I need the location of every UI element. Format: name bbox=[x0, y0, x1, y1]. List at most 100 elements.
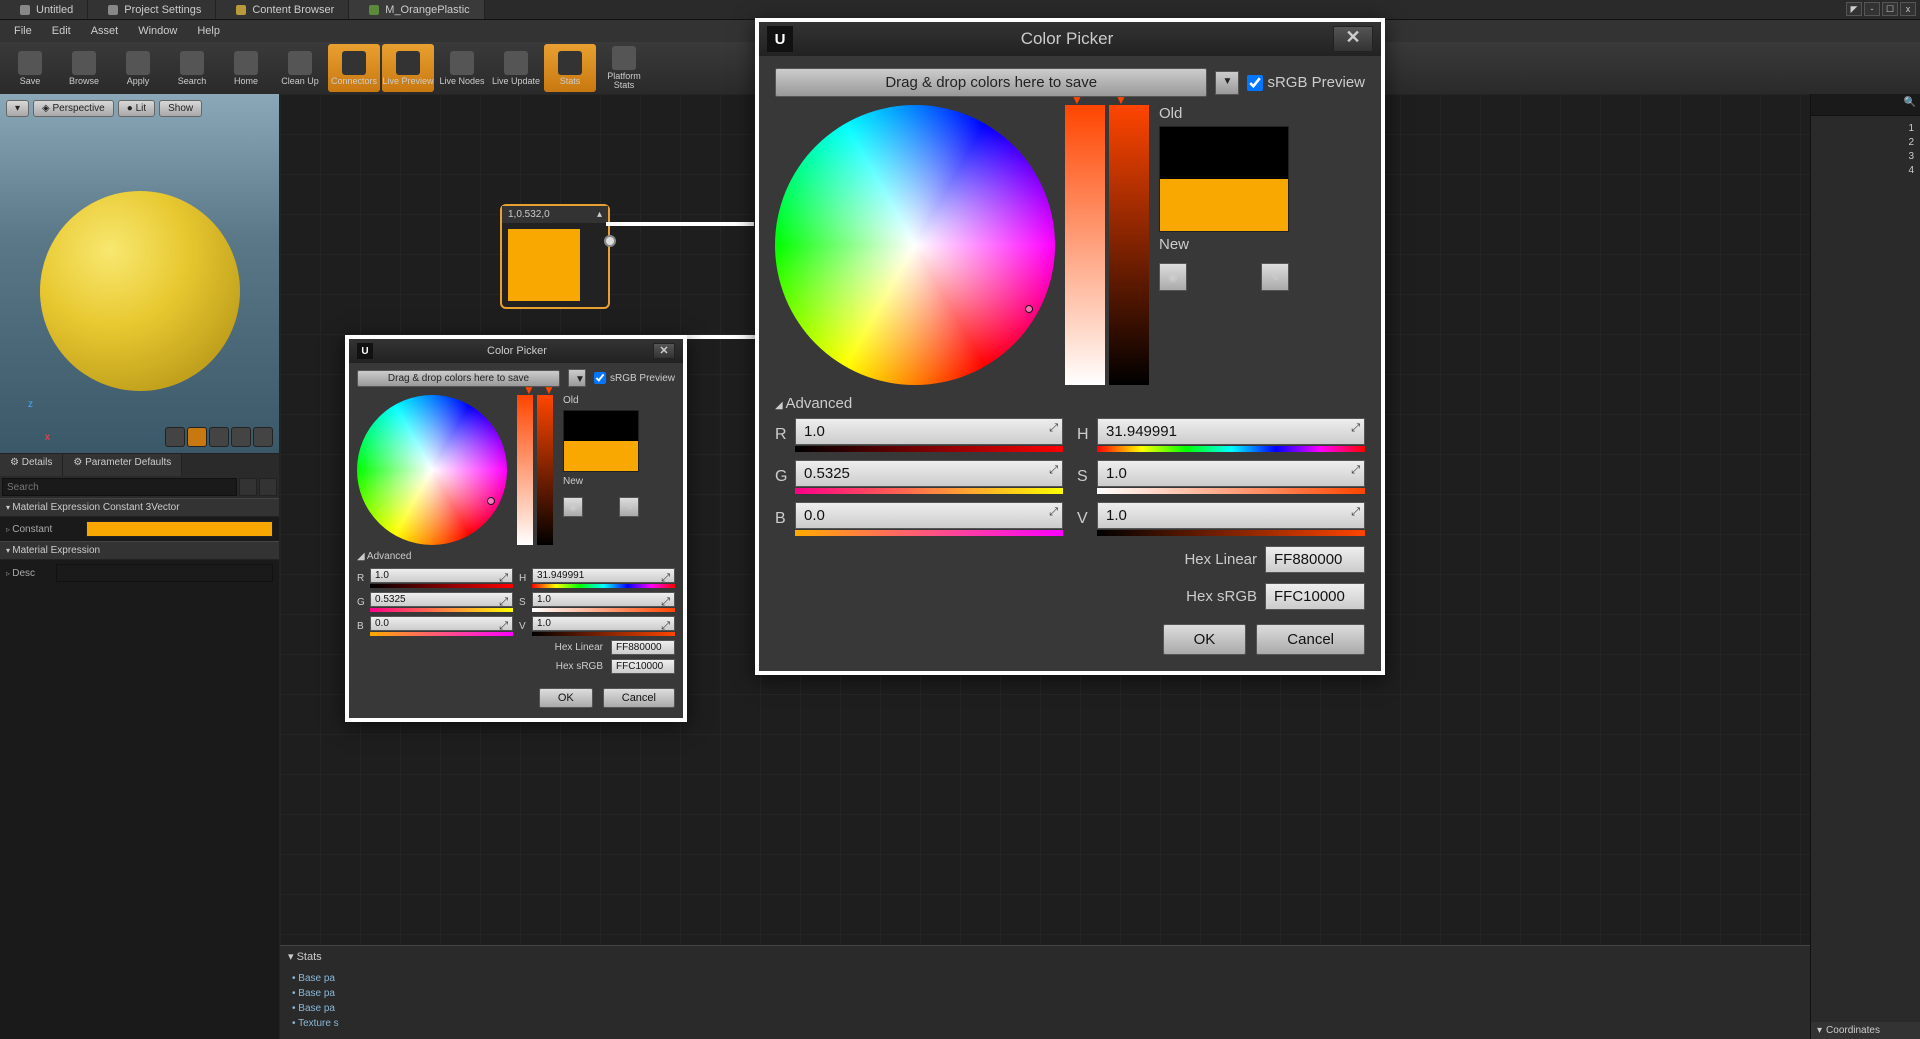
toolbar-live-preview[interactable]: Live Preview bbox=[382, 44, 434, 92]
stats-icon bbox=[558, 51, 582, 75]
srgb-preview-checkbox[interactable]: sRGB Preview bbox=[594, 372, 675, 384]
eye-icon[interactable] bbox=[259, 478, 277, 496]
constant-color-swatch[interactable] bbox=[86, 521, 273, 537]
viewport-shape-mesh[interactable] bbox=[253, 427, 273, 447]
saturation-strip[interactable] bbox=[517, 395, 533, 545]
toolbar-stats[interactable]: Stats bbox=[544, 44, 596, 92]
tab-content-browser[interactable]: Content Browser bbox=[216, 0, 349, 19]
viewport-shape-cylinder[interactable] bbox=[165, 427, 185, 447]
stats-item: Base pa bbox=[292, 986, 1798, 1001]
ok-button[interactable]: OK bbox=[539, 688, 593, 708]
color-wheel[interactable] bbox=[775, 105, 1055, 385]
srgb-preview-checkbox[interactable]: sRGB Preview bbox=[1247, 74, 1365, 91]
viewport-shape-cube[interactable] bbox=[231, 427, 251, 447]
s-input[interactable]: 1.0 bbox=[1097, 460, 1365, 487]
cancel-button[interactable]: Cancel bbox=[603, 688, 675, 708]
viewport-lit[interactable]: ● Lit bbox=[118, 100, 155, 117]
v-input[interactable]: 1.0 bbox=[1097, 502, 1365, 529]
r-input[interactable]: 1.0 bbox=[795, 418, 1063, 445]
hex-srgb-input[interactable]: FFC10000 bbox=[1265, 583, 1365, 610]
menu-asset[interactable]: Asset bbox=[81, 22, 129, 40]
new-color-swatch[interactable] bbox=[564, 441, 638, 471]
menu-help[interactable]: Help bbox=[187, 22, 230, 40]
tab-untitled[interactable]: Untitled bbox=[0, 0, 88, 19]
material-preview-viewport[interactable]: ▾ ◈ Perspective ● Lit Show bbox=[0, 94, 279, 454]
hex-linear-input[interactable]: FF880000 bbox=[1265, 546, 1365, 573]
close-button[interactable]: ✕ bbox=[1333, 26, 1373, 52]
preview-sphere bbox=[40, 191, 240, 391]
constant-3vector-node[interactable]: 1,0.532,0 ▴ bbox=[500, 204, 610, 309]
node-output-pin[interactable] bbox=[604, 235, 616, 247]
menu-file[interactable]: File bbox=[4, 22, 42, 40]
g-input[interactable]: 0.5325 bbox=[370, 592, 513, 607]
old-color-swatch[interactable] bbox=[564, 411, 638, 441]
color-swatch-dropzone[interactable]: Drag & drop colors here to save bbox=[775, 68, 1207, 97]
v-input[interactable]: 1.0 bbox=[532, 616, 675, 631]
details-search-input[interactable] bbox=[2, 478, 237, 496]
close-window-button[interactable]: x bbox=[1900, 2, 1916, 16]
section-constant-3vector[interactable]: Material Expression Constant 3Vector bbox=[0, 498, 279, 517]
palette-search[interactable] bbox=[1811, 94, 1920, 116]
close-button[interactable]: ✕ bbox=[653, 343, 675, 359]
color-wheel[interactable] bbox=[357, 395, 507, 545]
stats-item: Texture s bbox=[292, 1016, 1798, 1031]
toolbar-browse[interactable]: Browse bbox=[58, 44, 110, 92]
toolbar-apply[interactable]: Apply bbox=[112, 44, 164, 92]
viewport-show[interactable]: Show bbox=[159, 100, 202, 117]
section-material-expression[interactable]: Material Expression bbox=[0, 541, 279, 560]
ok-button[interactable]: OK bbox=[1163, 624, 1247, 655]
saturation-strip[interactable] bbox=[1065, 105, 1105, 385]
tab-details[interactable]: ⚙ Details bbox=[0, 454, 63, 476]
swatch-dropdown[interactable] bbox=[568, 369, 586, 387]
toolbar-save[interactable]: Save bbox=[4, 44, 56, 92]
tab-material[interactable]: M_OrangePlastic bbox=[349, 0, 484, 19]
desc-input[interactable] bbox=[56, 564, 273, 582]
r-input[interactable]: 1.0 bbox=[370, 568, 513, 583]
viewport-perspective[interactable]: ◈ Perspective bbox=[33, 100, 114, 117]
menu-edit[interactable]: Edit bbox=[42, 22, 81, 40]
toolbar-cleanup[interactable]: Clean Up bbox=[274, 44, 326, 92]
advanced-section-toggle[interactable]: Advanced bbox=[357, 551, 675, 562]
hex-linear-input[interactable]: FF880000 bbox=[611, 640, 675, 655]
eyedropper-icon[interactable]: ✎ bbox=[1261, 263, 1289, 291]
maximize-button[interactable]: ☐ bbox=[1882, 2, 1898, 16]
node-collapse-icon[interactable]: ▴ bbox=[597, 209, 602, 220]
h-input[interactable]: 31.949991 bbox=[1097, 418, 1365, 445]
toolbar-live-update[interactable]: Live Update bbox=[490, 44, 542, 92]
toolbar-connectors[interactable]: Connectors bbox=[328, 44, 380, 92]
menu-window[interactable]: Window bbox=[128, 22, 187, 40]
toolbar-platform-stats[interactable]: Platform Stats bbox=[598, 44, 650, 92]
eyedropper-icon[interactable]: ✎ bbox=[619, 497, 639, 517]
hex-srgb-input[interactable]: FFC10000 bbox=[611, 659, 675, 674]
node-color-swatch[interactable] bbox=[508, 229, 580, 301]
node-title: 1,0.532,0 bbox=[508, 209, 550, 220]
b-input[interactable]: 0.0 bbox=[370, 616, 513, 631]
color-wheel-icon[interactable]: ◉ bbox=[1159, 263, 1187, 291]
value-strip[interactable] bbox=[1109, 105, 1149, 385]
swatch-dropdown[interactable] bbox=[1215, 71, 1239, 95]
value-strip[interactable] bbox=[537, 395, 553, 545]
s-input[interactable]: 1.0 bbox=[532, 592, 675, 607]
coordinates-section[interactable]: Coordinates bbox=[1811, 1022, 1920, 1039]
color-wheel-icon[interactable]: ◉ bbox=[563, 497, 583, 517]
grid-view-icon[interactable] bbox=[239, 478, 257, 496]
advanced-section-toggle[interactable]: Advanced bbox=[775, 395, 1365, 412]
toolbar-live-nodes[interactable]: Live Nodes bbox=[436, 44, 488, 92]
minimize-button[interactable]: - bbox=[1864, 2, 1880, 16]
tab-parameter-defaults[interactable]: ⚙ Parameter Defaults bbox=[63, 454, 182, 476]
g-input[interactable]: 0.5325 bbox=[795, 460, 1063, 487]
h-input[interactable]: 31.949991 bbox=[532, 568, 675, 583]
window-triangle-icon[interactable]: ◤ bbox=[1846, 2, 1862, 16]
viewport-shape-sphere[interactable] bbox=[187, 427, 207, 447]
toolbar-home[interactable]: Home bbox=[220, 44, 272, 92]
viewport-dropdown[interactable]: ▾ bbox=[6, 100, 29, 117]
new-color-swatch[interactable] bbox=[1160, 179, 1288, 231]
toolbar-search[interactable]: Search bbox=[166, 44, 218, 92]
platform-stats-icon bbox=[612, 46, 636, 70]
viewport-shape-plane[interactable] bbox=[209, 427, 229, 447]
old-color-swatch[interactable] bbox=[1160, 127, 1288, 179]
stats-panel-header[interactable]: Stats bbox=[280, 946, 1810, 967]
cancel-button[interactable]: Cancel bbox=[1256, 624, 1365, 655]
tab-project-settings[interactable]: Project Settings bbox=[88, 0, 216, 19]
b-input[interactable]: 0.0 bbox=[795, 502, 1063, 529]
